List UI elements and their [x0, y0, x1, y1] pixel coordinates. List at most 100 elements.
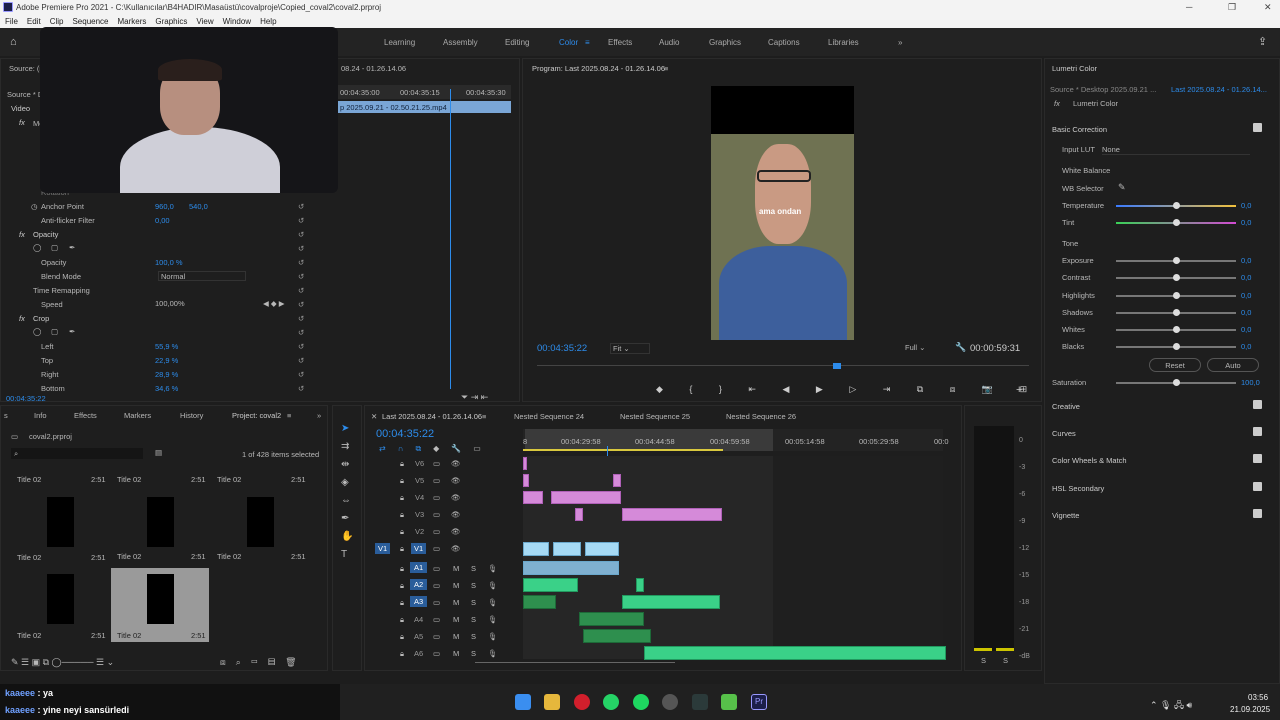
- exposure-value[interactable]: 0,0: [1241, 256, 1251, 265]
- workspace-assembly[interactable]: Assembly: [443, 38, 478, 47]
- crop-rect-mask-icon[interactable]: ▢: [51, 327, 58, 336]
- minimize-icon[interactable]: ─: [1186, 2, 1192, 12]
- obs-icon[interactable]: [662, 694, 678, 710]
- opacity-value[interactable]: 100,0 %: [155, 258, 183, 267]
- project-item[interactable]: Title 02 2:51: [211, 472, 309, 554]
- menu-view[interactable]: View: [196, 17, 213, 26]
- share-icon[interactable]: ⇪: [1258, 35, 1267, 48]
- tint-slider[interactable]: [1116, 219, 1236, 226]
- vignette-checkbox[interactable]: [1253, 509, 1262, 518]
- ellipse-mask-icon[interactable]: ◯: [33, 243, 41, 252]
- source-tab[interactable]: Source: (n: [9, 64, 44, 73]
- tab-nested-25[interactable]: Nested Sequence 25: [620, 412, 690, 421]
- clip-v5[interactable]: [613, 474, 621, 487]
- time-remapping-header[interactable]: Time Remapping: [33, 286, 90, 295]
- blacks-slider[interactable]: [1116, 343, 1236, 350]
- menu-sequence[interactable]: Sequence: [72, 17, 108, 26]
- reset-icons-column[interactable]: ↺ ↺ ↺ ↺ ↺ ↺ ↺ ↺ ↺ ↺ ↺ ↺ ↺ ↺: [298, 200, 304, 396]
- program-menu-icon[interactable]: ≡: [664, 64, 668, 73]
- zoom-select[interactable]: Fit ⌄: [610, 343, 650, 354]
- input-lut-select[interactable]: None: [1102, 145, 1250, 155]
- menu-graphics[interactable]: Graphics: [155, 17, 187, 26]
- saturation-value[interactable]: 100,0: [1241, 378, 1260, 387]
- menu-file[interactable]: File: [5, 17, 18, 26]
- timeline-ruler[interactable]: 8 00:04:29:58 00:04:44:58 00:04:59:58 00…: [523, 429, 949, 451]
- add-button-icon[interactable]: +: [1016, 384, 1022, 396]
- tab-project[interactable]: Project: coval2: [232, 411, 281, 420]
- clip-v3[interactable]: [622, 508, 722, 521]
- workspace-menu-icon[interactable]: ≡: [585, 38, 590, 47]
- mini-playhead[interactable]: [450, 89, 451, 389]
- curves-header[interactable]: Curves: [1052, 429, 1076, 438]
- clip-v4[interactable]: [551, 491, 621, 504]
- workspace-editing[interactable]: Editing: [505, 38, 529, 47]
- project-item[interactable]: Title 02 2:51: [111, 472, 209, 554]
- clock-time[interactable]: 03:56: [1248, 693, 1268, 702]
- clip-a3[interactable]: [523, 595, 556, 609]
- whatsapp-icon[interactable]: [603, 694, 619, 710]
- speed-value[interactable]: 100,00%: [155, 299, 185, 308]
- curves-checkbox[interactable]: [1253, 427, 1262, 436]
- timeline-timecode[interactable]: 00:04:35:22: [376, 428, 434, 440]
- clip-a3[interactable]: [622, 595, 720, 609]
- project-item-selected[interactable]: Title 02 2:51: [111, 568, 209, 642]
- anti-flicker-value[interactable]: 0,00: [155, 216, 170, 225]
- track-a3-label[interactable]: A3: [410, 596, 428, 607]
- source-patch-v1[interactable]: V1: [375, 543, 391, 554]
- program-playhead[interactable]: [833, 363, 841, 369]
- creative-checkbox[interactable]: [1253, 400, 1262, 409]
- clock-date[interactable]: 21.09.2025: [1230, 705, 1270, 714]
- keyframe-nav-icon[interactable]: ◀ ◆ ▶: [263, 299, 284, 308]
- white-balance-header[interactable]: White Balance: [1062, 166, 1110, 175]
- wrench-icon[interactable]: 🔧: [955, 342, 966, 353]
- project-footer-tools[interactable]: ✎ ☰ ▣ ⧉ ◯───── ☰ ⌄: [11, 657, 114, 668]
- highlights-value[interactable]: 0,0: [1241, 291, 1251, 300]
- tab-effects[interactable]: Effects: [74, 411, 97, 420]
- solo-left-button[interactable]: S: [981, 656, 986, 665]
- clip-a1[interactable]: [523, 561, 619, 575]
- opera-icon[interactable]: [574, 694, 590, 710]
- more-tabs-icon[interactable]: »: [317, 411, 321, 420]
- tray-icons[interactable]: ⌃ 🎙︎ 🖧 🔊︎: [1150, 698, 1192, 714]
- basic-correction-checkbox[interactable]: [1253, 123, 1262, 132]
- new-bin-icon[interactable]: ▤: [155, 448, 162, 457]
- clip-v5[interactable]: [523, 474, 529, 487]
- file-explorer-icon[interactable]: [544, 694, 560, 710]
- clip-a4[interactable]: [579, 612, 644, 626]
- blacks-value[interactable]: 0,0: [1241, 342, 1251, 351]
- creative-header[interactable]: Creative: [1052, 402, 1080, 411]
- tab-s[interactable]: s: [4, 411, 8, 420]
- project-item[interactable]: Title 02 2:51 Title 02 2:51: [11, 550, 109, 642]
- tab-nested-24[interactable]: Nested Sequence 24: [514, 412, 584, 421]
- workspace-learning[interactable]: Learning: [384, 38, 415, 47]
- menu-markers[interactable]: Markers: [118, 17, 147, 26]
- whites-slider[interactable]: [1116, 326, 1236, 333]
- opacity-header[interactable]: Opacity: [33, 230, 58, 239]
- transport-controls[interactable]: ◆ { } ⇤ ◀ ▶ ▷ ⇥ ⧉ ⧈ 📷 ⊞: [656, 384, 1039, 395]
- color-wheels-checkbox[interactable]: [1253, 454, 1262, 463]
- menu-edit[interactable]: Edit: [27, 17, 41, 26]
- lumetri-effect-select[interactable]: Lumetri Color: [1073, 99, 1243, 108]
- crop-pen-mask-icon[interactable]: ✒: [69, 327, 75, 336]
- contrast-slider[interactable]: [1116, 274, 1236, 281]
- lumetri-source[interactable]: Source * Desktop 2025.09.21 ...: [1050, 85, 1156, 94]
- track-v1-label[interactable]: V1: [411, 543, 427, 554]
- project-item[interactable]: Title 02 2:51: [11, 472, 109, 554]
- crop-bottom-value[interactable]: 34,6 %: [155, 384, 178, 393]
- exposure-slider[interactable]: [1116, 257, 1236, 264]
- blend-mode-select[interactable]: Normal: [158, 271, 246, 281]
- clip-v1[interactable]: [523, 542, 549, 556]
- workspace-graphics[interactable]: Graphics: [709, 38, 741, 47]
- premiere-taskbar-icon[interactable]: Pr: [751, 694, 767, 710]
- workspace-audio[interactable]: Audio: [659, 38, 679, 47]
- tab-timeline-last[interactable]: Last 2025.08.24 - 01.26.14.06: [382, 412, 482, 421]
- workspace-effects[interactable]: Effects: [608, 38, 632, 47]
- anchor-stopwatch-icon[interactable]: ◷: [31, 202, 38, 211]
- temperature-value[interactable]: 0,0: [1241, 201, 1251, 210]
- anchor-x-value[interactable]: 960,0: [155, 202, 174, 211]
- program-scrub-bar[interactable]: [537, 363, 1029, 373]
- start-icon[interactable]: [515, 694, 531, 710]
- basic-correction-header[interactable]: Basic Correction: [1052, 125, 1107, 134]
- quality-select[interactable]: Full ⌄: [905, 343, 925, 352]
- crop-ellipse-mask-icon[interactable]: ◯: [33, 327, 41, 336]
